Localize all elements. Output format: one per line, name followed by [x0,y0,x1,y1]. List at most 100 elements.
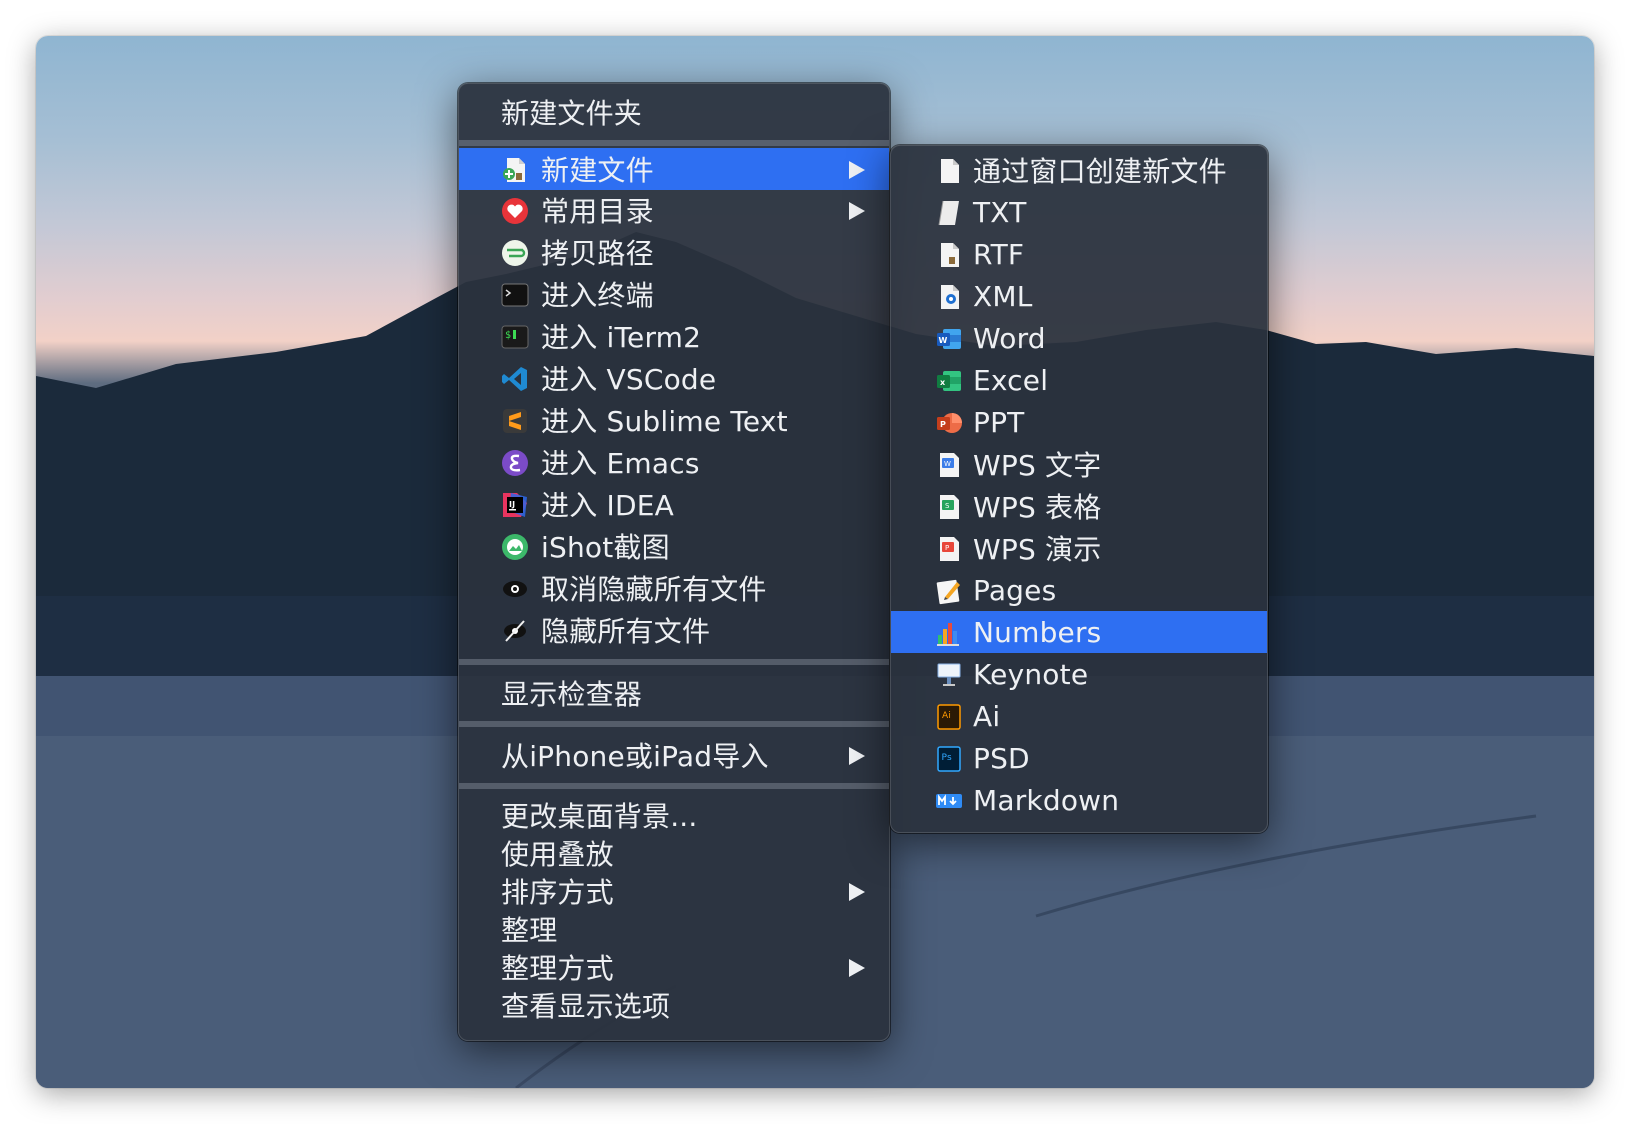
submenu-item-label: Keynote [973,657,1089,691]
submenu-arrow-icon [849,161,865,179]
menu-item-show-inspector[interactable]: 显示检查器 [459,672,889,714]
menu-item-label: 隐藏所有文件 [541,615,711,648]
submenu-item-word[interactable]: W Word [891,317,1267,359]
submenu-item-rtf[interactable]: RTF [891,233,1267,275]
svg-text:Ps: Ps [942,753,952,763]
submenu-item-excel[interactable]: x Excel [891,359,1267,401]
keynote-icon [935,661,963,689]
submenu-item-wps-presentation[interactable]: P WPS 演示 [891,527,1267,569]
menu-item-label: 排序方式 [501,876,614,909]
svg-text:P: P [940,420,946,429]
menu-item-label: 常用目录 [541,195,654,228]
menu-item-label: 显示检查器 [501,678,643,711]
menu-item-label: iShot截图 [541,531,670,564]
svg-text:$: $ [505,330,511,341]
menu-item-label: 进入 IDEA [541,489,674,522]
submenu-item-psd[interactable]: Ps PSD [891,737,1267,779]
menu-item-label: 从iPhone或iPad导入 [501,740,769,773]
menu-item-open-sublime-text[interactable]: 进入 Sublime Text [459,399,889,441]
context-menu: 新建文件夹 新建文件 常用目录 拷贝路径 进入终端 $ 进入 iTerm2 进入… [458,83,890,1041]
svg-text:S: S [945,502,950,510]
submenu-item-numbers[interactable]: Numbers [891,611,1267,653]
menu-item-open-iterm2[interactable]: $ 进入 iTerm2 [459,315,889,357]
menu-item-new-file[interactable]: 新建文件 [459,148,889,190]
submenu-item-label: WPS 演示 [973,533,1102,566]
svg-text:x: x [940,378,946,387]
submenu-item-label: PPT [973,405,1025,439]
submenu-arrow-icon [849,747,865,765]
menu-item-label: 取消隐藏所有文件 [541,573,767,606]
menu-item-view-options[interactable]: 查看显示选项 [459,986,889,1024]
submenu-item-label: Ai [973,699,1001,733]
svg-text:Ai: Ai [942,711,951,721]
menu-item-clean-up-by[interactable]: 整理方式 [459,948,889,986]
menu-item-label: 进入终端 [541,279,654,312]
submenu-item-label: RTF [973,237,1025,271]
sublime-text-icon [501,407,529,435]
menu-separator [459,721,889,727]
wps-presentation-icon: P [935,535,963,563]
menu-item-sort-by[interactable]: 排序方式 [459,872,889,910]
svg-text:W: W [944,460,951,468]
submenu-arrow-icon [849,883,865,901]
submenu-item-label: WPS 表格 [973,491,1102,524]
submenu-item-label: PSD [973,741,1030,775]
new-file-icon [501,156,529,184]
menu-separator [459,659,889,665]
idea-icon: IJ [501,491,529,519]
wps-writer-icon: W [935,451,963,479]
menu-item-open-vscode[interactable]: 进入 VSCode [459,357,889,399]
menu-separator [459,783,889,789]
submenu-item-create-via-window[interactable]: 通过窗口创建新文件 [891,149,1267,191]
iterm2-icon: $ [501,323,529,351]
submenu-item-keynote[interactable]: Keynote [891,653,1267,695]
submenu-item-label: Markdown [973,783,1120,817]
menu-item-copy-path[interactable]: 拷贝路径 [459,231,889,273]
menu-item-change-desktop-background[interactable]: 更改桌面背景... [459,796,889,834]
menu-item-clean-up[interactable]: 整理 [459,910,889,948]
menu-item-label: 查看显示选项 [501,990,671,1023]
submenu-item-label: Pages [973,573,1057,607]
ishot-icon [501,533,529,561]
menu-item-hide-all-files[interactable]: 隐藏所有文件 [459,609,889,651]
menu-item-ishot[interactable]: iShot截图 [459,525,889,567]
rtf-file-icon [935,241,963,269]
svg-text:IJ: IJ [509,500,515,509]
menu-item-use-stacks[interactable]: 使用叠放 [459,834,889,872]
menu-item-open-idea[interactable]: IJ 进入 IDEA [459,483,889,525]
excel-icon: x [935,367,963,395]
eye-slash-icon [501,617,529,645]
xml-file-icon [935,283,963,311]
submenu-item-xml[interactable]: XML [891,275,1267,317]
menu-item-label: 整理 [501,914,558,947]
svg-text:W: W [939,336,948,345]
photoshop-icon: Ps [935,745,963,773]
heart-icon [501,197,529,225]
terminal-icon [501,281,529,309]
submenu-item-wps-spreadsheet[interactable]: S WPS 表格 [891,485,1267,527]
submenu-item-label: Excel [973,363,1049,397]
svg-text:P: P [945,544,949,552]
submenu-item-ai[interactable]: Ai Ai [891,695,1267,737]
submenu-item-label: WPS 文字 [973,449,1102,482]
menu-item-favorite-directories[interactable]: 常用目录 [459,189,889,231]
submenu-item-txt[interactable]: TXT [891,191,1267,233]
copy-path-icon [501,239,529,267]
illustrator-icon: Ai [935,703,963,731]
submenu-item-pages[interactable]: Pages [891,569,1267,611]
menu-item-import-from-iphone[interactable]: 从iPhone或iPad导入 [459,734,889,776]
submenu-item-ppt[interactable]: P PPT [891,401,1267,443]
menu-item-open-terminal[interactable]: 进入终端 [459,273,889,315]
menu-item-open-emacs[interactable]: 进入 Emacs [459,441,889,483]
submenu-item-markdown[interactable]: Markdown [891,779,1267,821]
menu-item-new-folder[interactable]: 新建文件夹 [459,90,889,134]
powerpoint-icon: P [935,409,963,437]
submenu-item-wps-writer[interactable]: W WPS 文字 [891,443,1267,485]
submenu-item-label: Numbers [973,615,1102,649]
menu-item-label: 进入 VSCode [541,363,717,396]
menu-item-label: 使用叠放 [501,838,614,871]
menu-item-show-hidden-files[interactable]: 取消隐藏所有文件 [459,567,889,609]
submenu-item-label: 通过窗口创建新文件 [973,155,1227,188]
word-icon: W [935,325,963,353]
menu-item-label: 新建文件夹 [501,97,643,130]
